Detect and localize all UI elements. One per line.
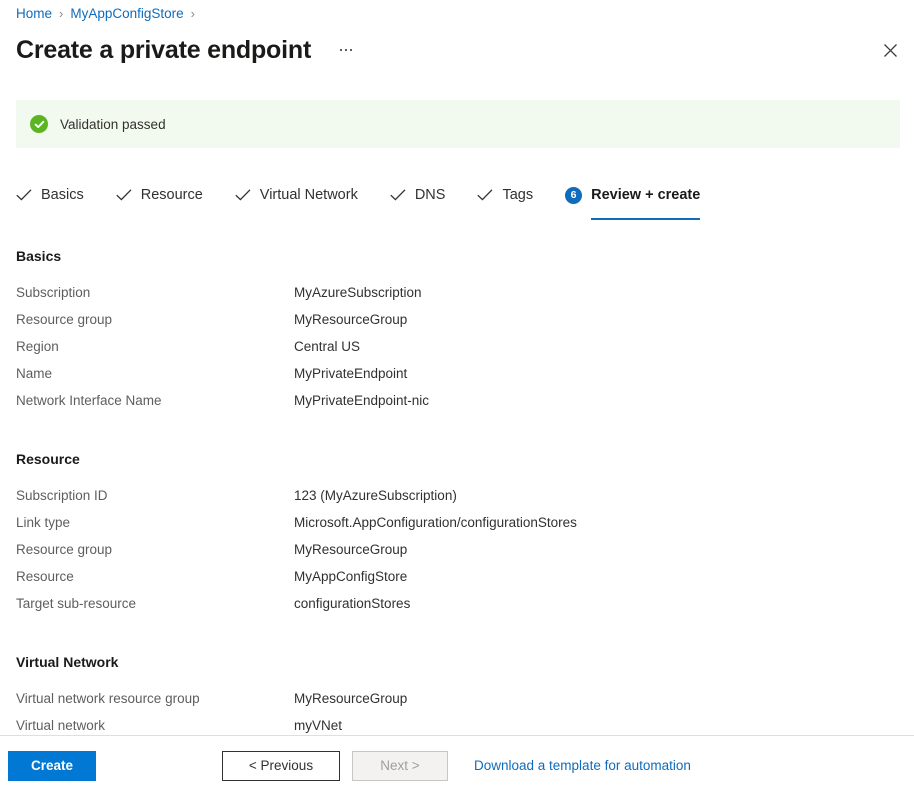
tab-dns[interactable]: DNS xyxy=(390,180,446,216)
check-icon xyxy=(235,189,251,201)
tab-virtual-network[interactable]: Virtual Network xyxy=(235,180,358,216)
table-row: Subscription ID 123 (MyAzureSubscription… xyxy=(0,482,914,509)
ellipsis-icon[interactable] xyxy=(333,37,359,63)
row-value: Microsoft.AppConfiguration/configuration… xyxy=(294,509,577,536)
row-label: Resource group xyxy=(16,536,294,563)
tab-label: Tags xyxy=(502,187,533,203)
previous-button[interactable]: < Previous xyxy=(222,751,340,781)
row-value: 123 (MyAzureSubscription) xyxy=(294,482,457,509)
wizard-tabs: Basics Resource Virtual Network DNS Tags… xyxy=(16,180,700,214)
table-row: Target sub-resource configurationStores xyxy=(0,590,914,617)
table-row: Name MyPrivateEndpoint xyxy=(0,360,914,387)
row-label: Subscription ID xyxy=(16,482,294,509)
ellipsis-dots xyxy=(340,49,352,51)
row-value: configurationStores xyxy=(294,590,410,617)
row-label: Target sub-resource xyxy=(16,590,294,617)
row-value: MyPrivateEndpoint-nic xyxy=(294,387,429,414)
row-label: Resource group xyxy=(16,306,294,333)
section-basics: Basics Subscription MyAzureSubscription … xyxy=(0,232,914,414)
next-button: Next > xyxy=(352,751,448,781)
tab-label: Resource xyxy=(141,187,203,203)
validation-message: Validation passed xyxy=(60,117,166,132)
row-value: MyAzureSubscription xyxy=(294,279,422,306)
row-value: MyPrivateEndpoint xyxy=(294,360,407,387)
active-tab-indicator xyxy=(591,218,700,220)
page-title: Create a private endpoint xyxy=(16,36,311,65)
row-value: MyResourceGroup xyxy=(294,685,407,712)
row-label: Network Interface Name xyxy=(16,387,294,414)
breadcrumb-separator-icon: › xyxy=(191,6,195,21)
table-row: Virtual network myVNet xyxy=(0,712,914,735)
table-row: Resource MyAppConfigStore xyxy=(0,563,914,590)
section-title: Virtual Network xyxy=(0,654,914,670)
section-title: Basics xyxy=(0,248,914,264)
row-value: MyAppConfigStore xyxy=(294,563,407,590)
tab-label: Virtual Network xyxy=(260,187,358,203)
row-value: myVNet xyxy=(294,712,342,735)
tab-basics[interactable]: Basics xyxy=(16,180,84,216)
tab-tags[interactable]: Tags xyxy=(477,180,533,216)
check-circle-icon xyxy=(30,115,48,133)
row-value: MyResourceGroup xyxy=(294,536,407,563)
section-virtual-network: Virtual Network Virtual network resource… xyxy=(0,617,914,735)
row-label: Virtual network resource group xyxy=(16,685,294,712)
tab-label: Basics xyxy=(41,187,84,203)
section-title: Resource xyxy=(0,451,914,467)
breadcrumb-item-myappconfigstore[interactable]: MyAppConfigStore xyxy=(70,6,183,21)
create-button[interactable]: Create xyxy=(8,751,96,781)
tab-review-create[interactable]: 6 Review + create xyxy=(565,180,700,216)
row-value: Central US xyxy=(294,333,360,360)
validation-banner: Validation passed xyxy=(16,100,900,148)
row-label: Region xyxy=(16,333,294,360)
row-label: Resource xyxy=(16,563,294,590)
table-row: Subscription MyAzureSubscription xyxy=(0,279,914,306)
row-label: Link type xyxy=(16,509,294,536)
close-button[interactable] xyxy=(874,34,906,66)
review-content: Basics Subscription MyAzureSubscription … xyxy=(0,232,914,735)
tab-step-badge: 6 xyxy=(565,187,582,204)
row-value: MyResourceGroup xyxy=(294,306,407,333)
section-resource: Resource Subscription ID 123 (MyAzureSub… xyxy=(0,414,914,617)
row-label: Virtual network xyxy=(16,712,294,735)
download-template-link[interactable]: Download a template for automation xyxy=(474,758,691,773)
close-icon xyxy=(883,43,898,58)
row-label: Name xyxy=(16,360,294,387)
breadcrumb-item-home[interactable]: Home xyxy=(16,6,52,21)
tab-label: DNS xyxy=(415,187,446,203)
table-row: Region Central US xyxy=(0,333,914,360)
page-header: Create a private endpoint xyxy=(16,30,898,70)
breadcrumb: Home › MyAppConfigStore › xyxy=(16,2,202,24)
row-label: Subscription xyxy=(16,279,294,306)
check-icon xyxy=(16,189,32,201)
breadcrumb-separator-icon: › xyxy=(59,6,63,21)
table-row: Link type Microsoft.AppConfiguration/con… xyxy=(0,509,914,536)
footer-actions: Create < Previous Next > Download a temp… xyxy=(0,736,914,795)
tab-label: Review + create xyxy=(591,187,700,203)
table-row: Network Interface Name MyPrivateEndpoint… xyxy=(0,387,914,414)
table-row: Virtual network resource group MyResourc… xyxy=(0,685,914,712)
check-icon xyxy=(116,189,132,201)
check-icon xyxy=(477,189,493,201)
table-row: Resource group MyResourceGroup xyxy=(0,536,914,563)
tab-resource[interactable]: Resource xyxy=(116,180,203,216)
check-icon xyxy=(390,189,406,201)
table-row: Resource group MyResourceGroup xyxy=(0,306,914,333)
